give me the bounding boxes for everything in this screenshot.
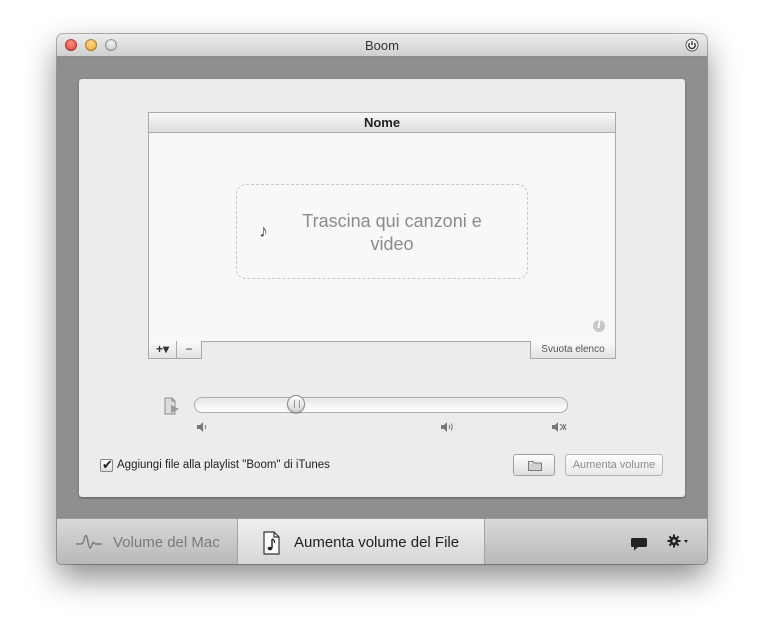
add-file-button[interactable]: +▾	[148, 341, 177, 359]
add-to-itunes-checkbox[interactable]: ✔	[100, 457, 113, 472]
drop-hint: Trascina qui canzoni e video	[302, 211, 482, 254]
volume-low-icon	[197, 422, 207, 432]
tab-label: Volume del Mac	[113, 534, 220, 551]
remove-file-button[interactable]: −	[176, 341, 202, 359]
checkmark-icon: ✔	[102, 457, 113, 472]
waveform-icon	[76, 534, 102, 549]
tab-label: Aumenta volume del File	[294, 534, 460, 551]
window-title: Boom	[365, 38, 399, 53]
drop-zone[interactable]: ♪ Trascina qui canzoni e video	[236, 184, 528, 279]
main-panel: Nome ♪ Trascina qui canzoni e video i +▾…	[79, 79, 685, 497]
folder-icon	[528, 461, 542, 471]
column-header-name[interactable]: Nome	[149, 113, 615, 133]
volume-slider-track[interactable]	[194, 397, 568, 413]
add-to-itunes-label[interactable]: Aggiungi file alla playlist "Boom" di iT…	[117, 459, 330, 471]
clear-list-button[interactable]: Svuota elenco	[530, 341, 616, 359]
feedback-chat-icon[interactable]	[630, 537, 648, 551]
choose-folder-button[interactable]	[513, 454, 555, 476]
info-icon[interactable]: i	[593, 320, 605, 332]
power-icon[interactable]	[685, 38, 699, 52]
music-note-icon: ♪	[259, 221, 268, 241]
volume-boost-icon	[552, 422, 567, 432]
volume-slider-knob[interactable]	[286, 395, 305, 413]
document-music-icon	[263, 531, 280, 555]
file-list[interactable]: Nome ♪ Trascina qui canzoni e video i	[148, 112, 616, 342]
file-volume-icon	[164, 397, 179, 415]
boost-volume-button[interactable]: Aumenta volume	[565, 454, 663, 476]
tab-mac-volume[interactable]: Volume del Mac	[57, 519, 237, 564]
gear-icon[interactable]	[667, 534, 691, 550]
title-bar[interactable]: Boom	[57, 34, 707, 57]
mode-tab-bar: Volume del Mac Aumenta volume del File	[57, 518, 707, 564]
boom-window: Boom Nome ♪ Trascina qui canzoni e video…	[57, 34, 707, 564]
volume-high-icon	[441, 422, 453, 432]
tab-file-boost[interactable]: Aumenta volume del File	[237, 519, 485, 564]
